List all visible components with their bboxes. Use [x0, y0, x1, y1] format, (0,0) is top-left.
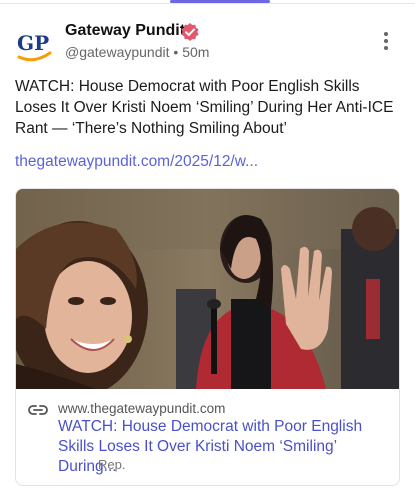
post-link[interactable]: thegatewaypundit.com/2025/12/w... [15, 153, 258, 171]
link-card-source: Rep. [98, 457, 126, 472]
author-name[interactable]: Gateway Pundit [65, 22, 185, 40]
author-handle[interactable]: @gatewaypundit [65, 44, 170, 60]
link-card-image [16, 189, 399, 389]
post-text: WATCH: House Democrat with Poor English … [15, 78, 394, 137]
top-tab-indicator [0, 0, 415, 5]
avatar-initials: GP [17, 31, 49, 55]
link-card[interactable]: www.thegatewaypundit.com WATCH: House De… [15, 188, 400, 486]
divider-line [0, 3, 415, 4]
link-card-body: www.thegatewaypundit.com WATCH: House De… [16, 389, 399, 485]
verified-badge-icon [181, 23, 199, 41]
active-tab-underline [170, 0, 270, 3]
link-chain-icon [28, 405, 48, 415]
vertical-ellipsis-icon[interactable] [380, 32, 392, 52]
post-time[interactable]: 50m [182, 44, 209, 60]
avatar[interactable]: GP [14, 26, 54, 66]
handle-row: @gatewaypundit • 50m [65, 44, 209, 60]
link-card-domain: www.thegatewaypundit.com [58, 401, 226, 416]
meta-separator: • [173, 44, 179, 60]
